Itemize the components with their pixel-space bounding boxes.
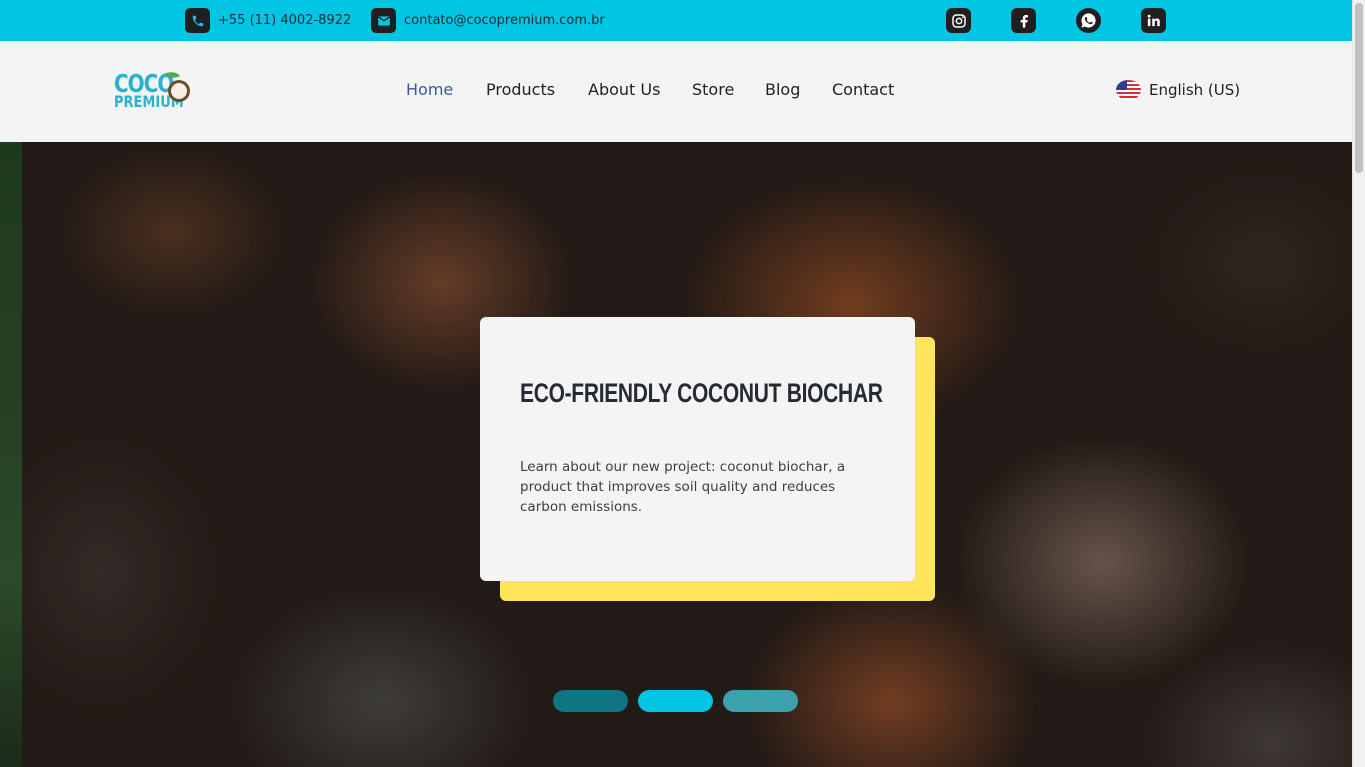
facebook-icon[interactable] [1011,8,1036,33]
nav-home[interactable]: Home [406,80,453,99]
hero-description: Learn about our new project: coconut bio… [520,459,846,515]
instagram-icon[interactable] [946,8,971,33]
top-contact-bar: +55 (11) 4002-8922 contato@cocopremium.c… [0,0,1352,41]
linkedin-icon[interactable] [1141,8,1166,33]
coconut-icon [168,80,190,102]
mail-icon [371,8,396,33]
phone-number: +55 (11) 4002-8922 [218,13,352,28]
hero-card: ECO-FRIENDLY COCONUT BIOCHAR Learn about… [480,317,915,581]
email-contact[interactable]: contato@cocopremium.com.br [371,8,605,33]
hero-title: ECO-FRIENDLY COCONUT BIOCHAR [520,379,883,409]
coco-premium-logo[interactable]: COCO PREMIUM [114,67,192,117]
nav-contact[interactable]: Contact [832,80,894,99]
nav-about-us[interactable]: About Us [588,80,660,99]
language-label: English (US) [1149,81,1241,99]
page-scrollbar[interactable] [1352,0,1365,767]
nav-blog[interactable]: Blog [765,80,800,99]
us-flag-icon [1116,80,1141,100]
slider-dot-1[interactable] [553,690,628,712]
scrollbar-thumb[interactable] [1355,3,1363,173]
email-address: contato@cocopremium.com.br [404,13,605,28]
site-header: COCO PREMIUM Home Products About Us Stor… [0,41,1352,142]
phone-contact[interactable]: +55 (11) 4002-8922 [185,8,351,33]
whatsapp-icon[interactable] [1076,8,1101,33]
previous-slide-edge [0,142,22,767]
nav-products[interactable]: Products [486,80,555,99]
slider-dot-2[interactable] [638,690,713,712]
slider-pagination [553,690,808,712]
language-selector[interactable]: English (US) [1116,80,1240,100]
slider-dot-3[interactable] [723,690,798,712]
phone-icon [185,8,210,33]
nav-store[interactable]: Store [692,80,734,99]
